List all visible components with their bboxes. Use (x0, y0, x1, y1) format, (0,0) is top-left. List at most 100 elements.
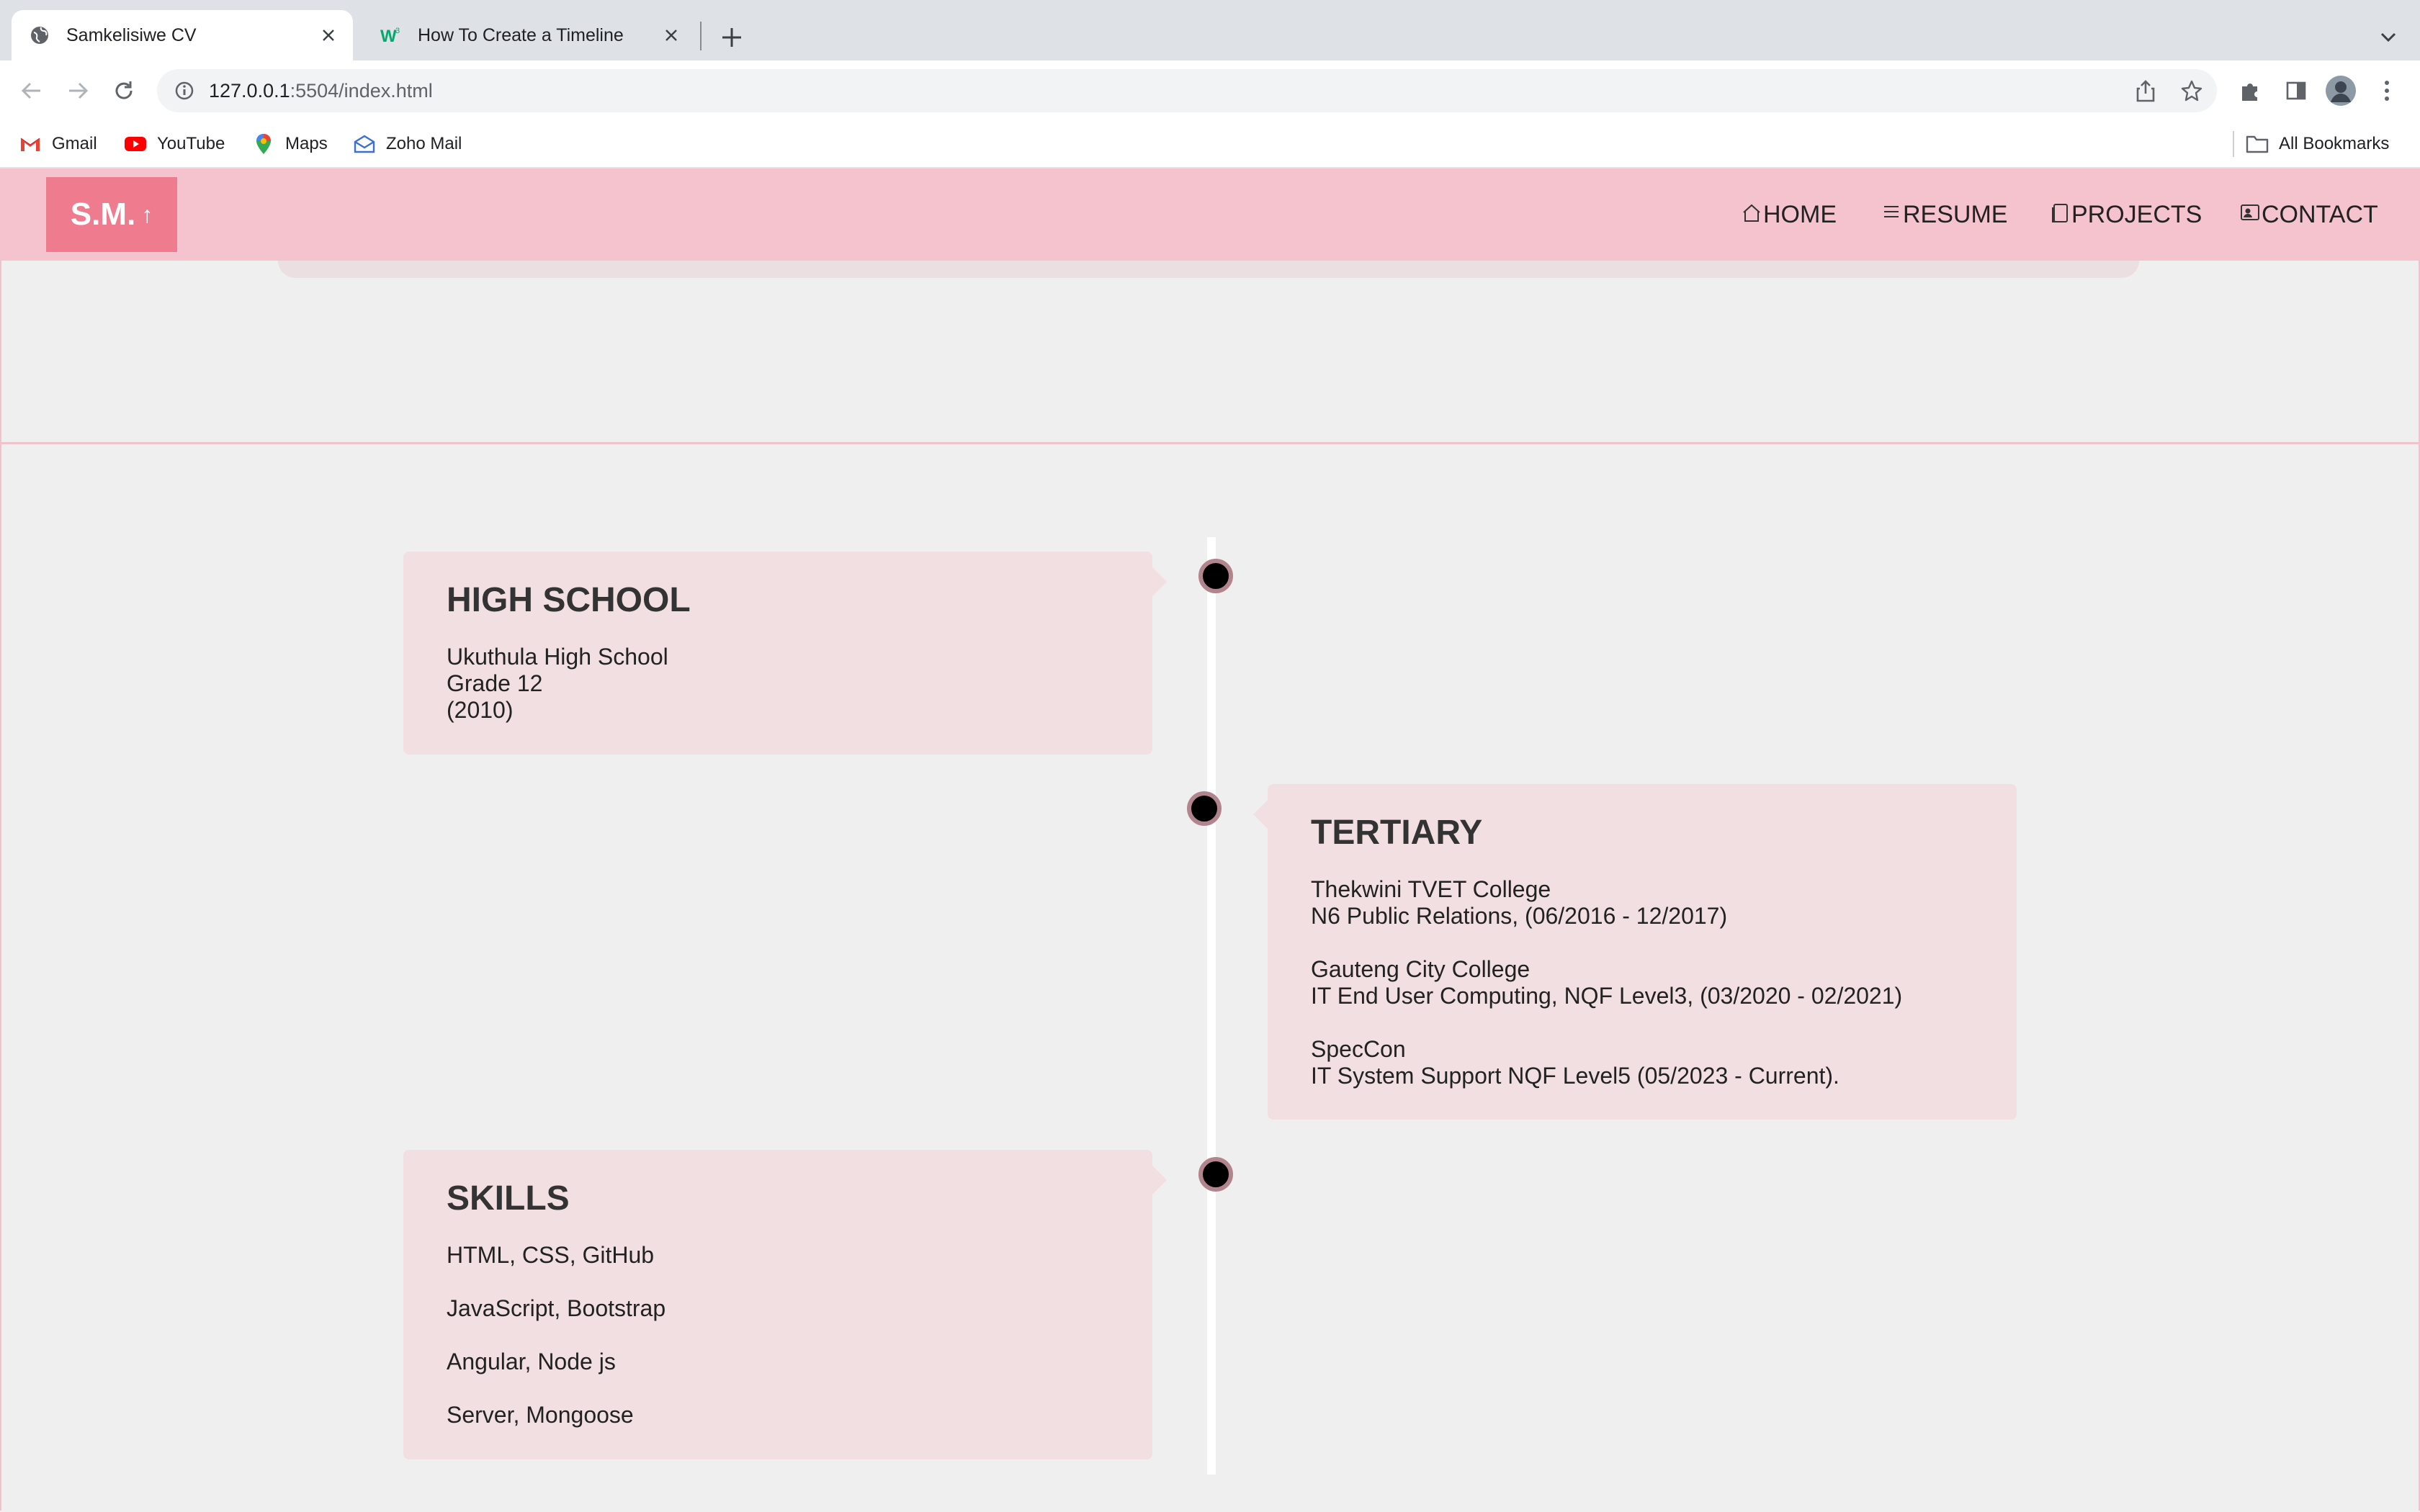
card-pointer (1152, 567, 1167, 596)
timeline-card-skills: SKILLS HTML, CSS, GitHub JavaScript, Boo… (403, 1150, 1167, 1459)
extensions-button[interactable] (2231, 72, 2269, 109)
tab-separator (700, 22, 702, 50)
youtube-icon (124, 132, 147, 156)
site-header: S.M. ↑ HOME RESUME PROJECTS CONTACT (0, 168, 2420, 261)
kebab-menu-icon (2385, 81, 2389, 101)
education-entry: Thekwini TVET College N6 Public Relation… (1311, 876, 1902, 930)
card-body: HTML, CSS, GitHub JavaScript, Bootstrap … (447, 1242, 666, 1455)
url-text: 127.0.0.1:5504/index.html (209, 80, 433, 102)
nav-label: PROJECTS (2071, 200, 2202, 228)
tab-search-button[interactable] (2368, 17, 2408, 58)
side-panel-icon (2286, 81, 2306, 100)
entry-school: Thekwini TVET College (1311, 876, 1551, 902)
school-year: (2010) (447, 697, 514, 723)
timeline-dot (1198, 559, 1233, 593)
nav-home[interactable]: HOME (1742, 168, 1837, 261)
url-path: :5504/index.html (290, 79, 433, 102)
timeline-line (1207, 537, 1216, 1475)
star-icon (2181, 80, 2202, 102)
skill-item: Angular, Node js (447, 1349, 616, 1374)
nav-label: RESUME (1903, 200, 2008, 228)
browser-menu-button[interactable] (2368, 72, 2406, 109)
chevron-down-icon (2380, 32, 2396, 42)
timeline-dot (1198, 1157, 1233, 1192)
bookmark-label: Gmail (52, 134, 97, 153)
school-name: Ukuthula High School (447, 644, 668, 670)
bookmark-zoho-mail[interactable]: Zoho Mail (353, 121, 462, 167)
home-icon (1742, 203, 1762, 226)
bookmark-label: Zoho Mail (386, 134, 462, 153)
tab-title: How To Create a Timeline (418, 24, 624, 45)
logo-text: S.M. (70, 197, 136, 232)
svg-text:3: 3 (395, 27, 400, 35)
nav-contact[interactable]: CONTACT (2240, 168, 2378, 261)
entry-school: Gauteng City College (1311, 956, 1531, 982)
card-body: Thekwini TVET College N6 Public Relation… (1311, 876, 1902, 1089)
menu-icon (1881, 203, 1901, 226)
browser-tab-bar: Samkelisiwe CV W3 How To Create a Timeli… (0, 0, 2420, 60)
bookmark-separator (2233, 131, 2234, 157)
card-title: HIGH SCHOOL (447, 581, 691, 619)
bookmark-gmail[interactable]: Gmail (19, 121, 97, 167)
bookmark-label: Maps (285, 134, 328, 153)
card-body: Ukuthula High School Grade 12 (2010) (447, 644, 668, 724)
browser-toolbar: 127.0.0.1:5504/index.html (0, 60, 2420, 121)
all-bookmarks-button[interactable]: All Bookmarks (2246, 121, 2389, 167)
close-icon[interactable] (314, 21, 343, 50)
arrow-up-icon: ↑ (141, 201, 153, 228)
document-icon (2050, 203, 2070, 226)
entry-detail: IT System Support NQF Level5 (05/2023 - … (1311, 1063, 1839, 1089)
education-entry: Gauteng City College IT End User Computi… (1311, 956, 1902, 1009)
bookmark-youtube[interactable]: YouTube (124, 121, 225, 167)
share-icon (2136, 80, 2155, 102)
tab-samkelisiwe-cv[interactable]: Samkelisiwe CV (12, 10, 353, 60)
card-title: SKILLS (447, 1179, 570, 1218)
close-icon[interactable] (657, 21, 686, 50)
skill-item: HTML, CSS, GitHub (447, 1242, 655, 1268)
entry-detail: N6 Public Relations, (06/2016 - 12/2017) (1311, 903, 1728, 929)
skill-item: JavaScript, Bootstrap (447, 1295, 666, 1321)
profile-button[interactable] (2322, 72, 2360, 109)
card-title: TERTIARY (1311, 814, 1483, 852)
gmail-icon (19, 132, 42, 156)
bookmark-label: YouTube (157, 134, 225, 153)
zoho-mail-icon (353, 132, 376, 156)
skill-item: Server, Mongoose (447, 1402, 634, 1428)
tab-title: Samkelisiwe CV (66, 24, 197, 45)
all-bookmarks-label: All Bookmarks (2279, 134, 2390, 153)
entry-school: SpecCon (1311, 1036, 1406, 1062)
side-panel-button[interactable] (2277, 72, 2315, 109)
avatar (2326, 76, 2356, 106)
bookmark-star-button[interactable] (2174, 69, 2210, 112)
contact-card-icon (2240, 203, 2260, 226)
reload-icon (115, 81, 133, 99)
folder-icon (2246, 132, 2269, 156)
new-tab-button[interactable] (712, 17, 752, 58)
puzzle-icon (2242, 84, 2257, 101)
tab-how-to-create-a-timeline[interactable]: W3 How To Create a Timeline (363, 10, 696, 60)
education-entry: SpecCon IT System Support NQF Level5 (05… (1311, 1036, 1902, 1089)
back-button[interactable] (13, 72, 50, 109)
card-pointer (1253, 800, 1268, 829)
nav-projects[interactable]: PROJECTS (2050, 168, 2202, 261)
school-grade: Grade 12 (447, 670, 543, 696)
timeline-card-tertiary: TERTIARY Thekwini TVET College N6 Public… (1253, 784, 2017, 1120)
arrow-right-icon (69, 82, 89, 99)
address-bar[interactable]: 127.0.0.1:5504/index.html (157, 69, 2217, 112)
share-button[interactable] (2128, 69, 2164, 112)
reload-button[interactable] (105, 72, 143, 109)
site-logo[interactable]: S.M. ↑ (46, 177, 177, 252)
previous-section-card-edge (278, 261, 2139, 278)
url-host: 127.0.0.1 (209, 79, 290, 102)
card-pointer (1152, 1166, 1167, 1194)
bookmark-maps[interactable]: Maps (252, 121, 328, 167)
svg-text:W: W (380, 27, 397, 45)
nav-resume[interactable]: RESUME (1881, 168, 2007, 261)
timeline-card-high-school: HIGH SCHOOL Ukuthula High School Grade 1… (403, 552, 1167, 755)
maps-icon (252, 132, 275, 156)
plus-icon (722, 28, 741, 47)
forward-button[interactable] (59, 72, 97, 109)
nav-label: HOME (1763, 200, 1837, 228)
site-info-icon[interactable] (170, 76, 199, 105)
globe-icon (29, 24, 50, 46)
